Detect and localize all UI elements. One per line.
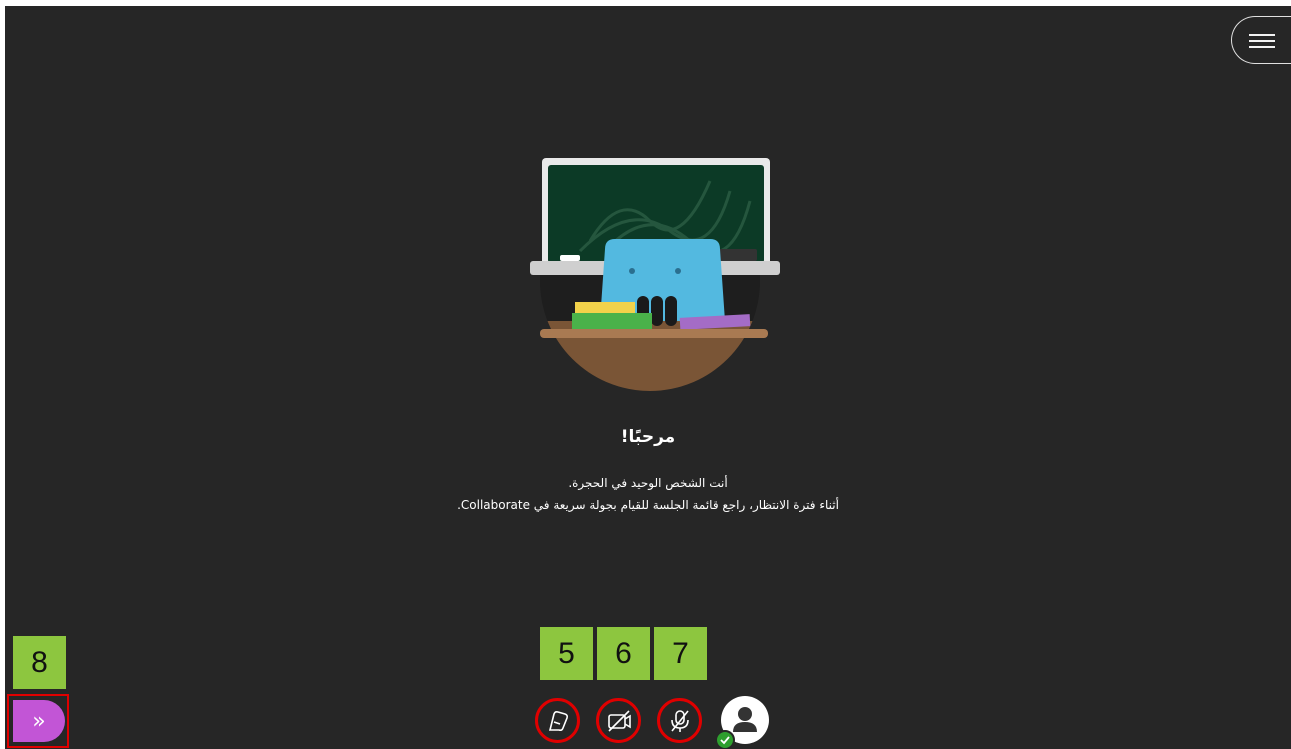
session-stage: مرحبًا! أنت الشخص الوحيد في الحجرة. أثنا…: [5, 6, 1291, 749]
open-panel-button[interactable]: »: [7, 694, 69, 748]
status-check-badge: [715, 730, 735, 749]
hamburger-icon-bar: [1249, 46, 1275, 48]
camera-toggle-button[interactable]: [596, 698, 641, 743]
chevron-double-right-icon: »: [13, 700, 65, 742]
share-content-icon: [548, 710, 568, 731]
share-content-button[interactable]: [535, 698, 580, 743]
microphone-off-icon: [670, 709, 689, 732]
welcome-line-1: أنت الشخص الوحيد في الحجرة.: [568, 476, 728, 490]
welcome-message: أنت الشخص الوحيد في الحجرة. أثناء فترة ا…: [5, 472, 1291, 516]
hamburger-icon-bar: [1249, 40, 1275, 42]
camera-off-icon: [607, 709, 631, 732]
welcome-line-2: أثناء فترة الانتظار، راجع قائمة الجلسة ل…: [457, 498, 839, 512]
annotation-label-7: 7: [654, 627, 707, 680]
hamburger-icon: [1249, 34, 1275, 36]
annotation-label-8: 8: [13, 636, 66, 689]
microphone-toggle-button[interactable]: [657, 698, 702, 743]
check-icon: [720, 736, 730, 745]
session-menu-button[interactable]: [1231, 16, 1291, 64]
welcome-title: مرحبًا!: [620, 427, 676, 447]
annotation-label-6: 6: [597, 627, 650, 680]
classroom-illustration: [530, 158, 780, 391]
annotation-label-5: 5: [540, 627, 593, 680]
